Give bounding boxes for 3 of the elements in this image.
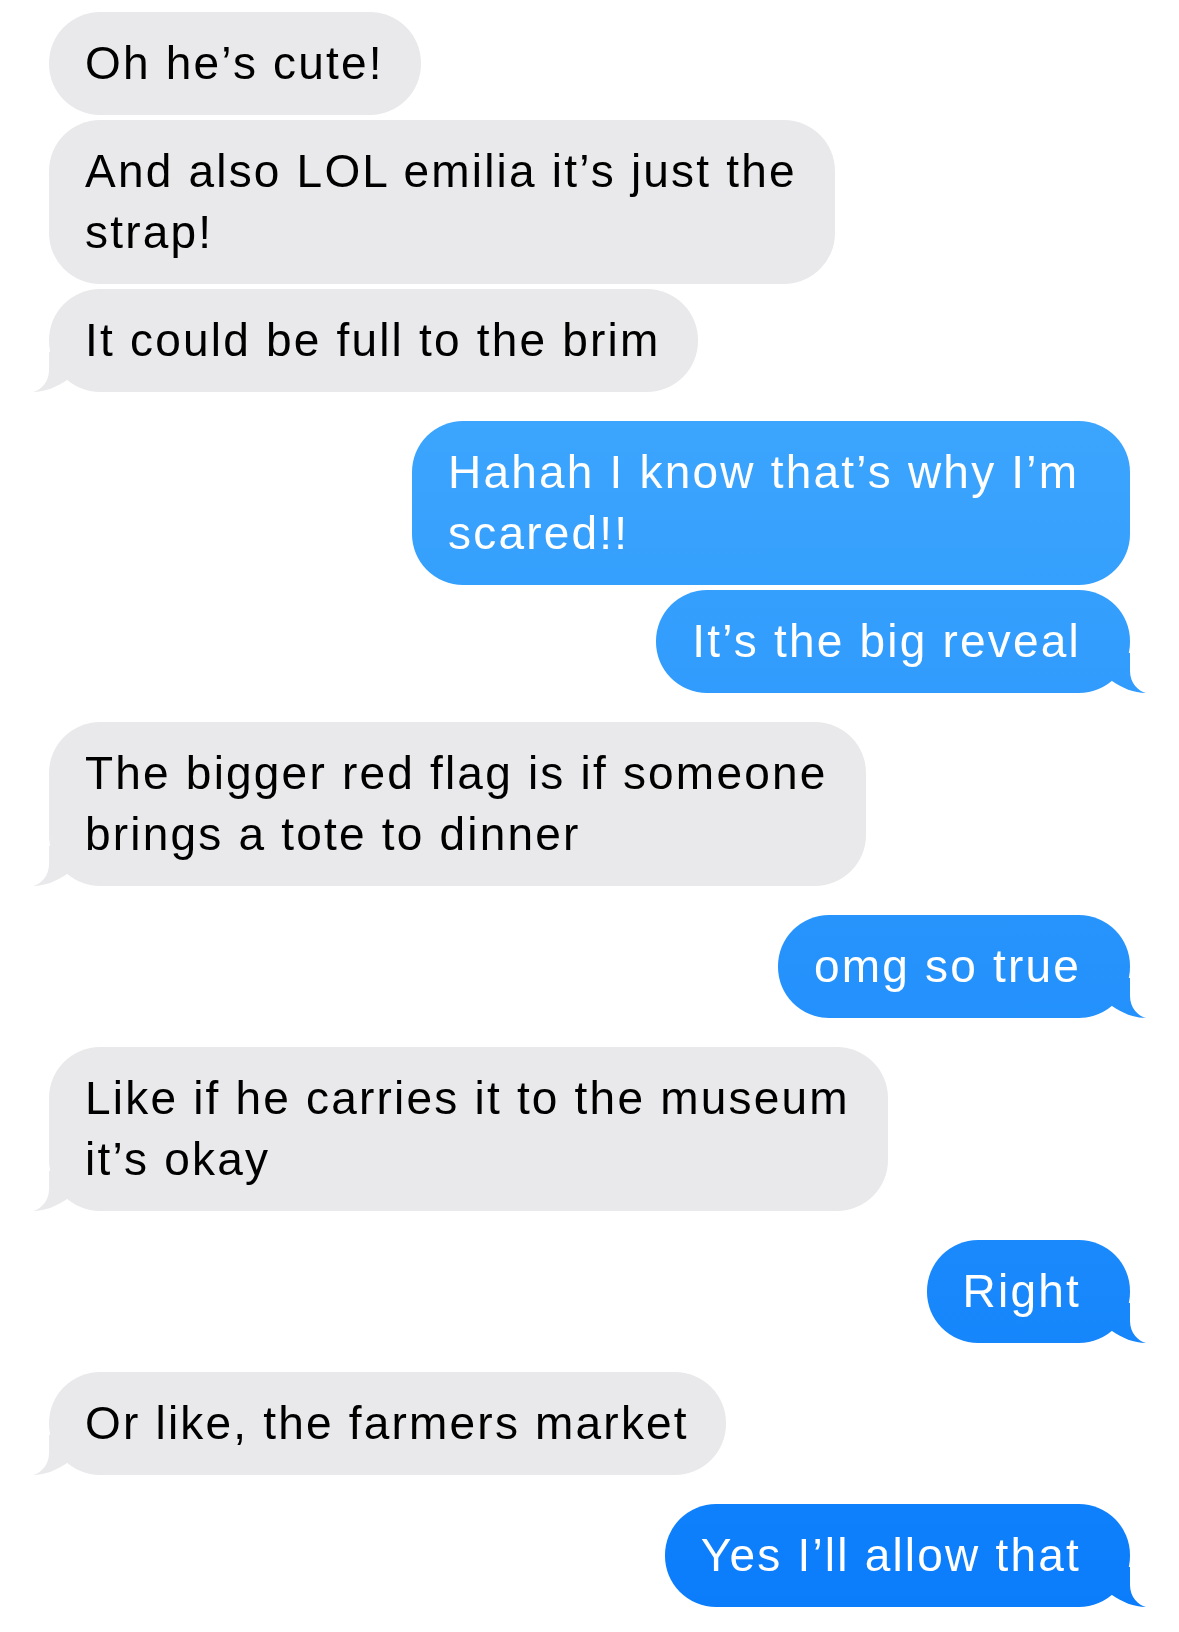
message-bubble: Oh he’s cute! <box>49 12 421 115</box>
message-bubble: And also LOL emilia it’s just the strap! <box>49 120 835 284</box>
message-bubble: Hahah I know that’s why I’m scared!! <box>412 421 1130 585</box>
